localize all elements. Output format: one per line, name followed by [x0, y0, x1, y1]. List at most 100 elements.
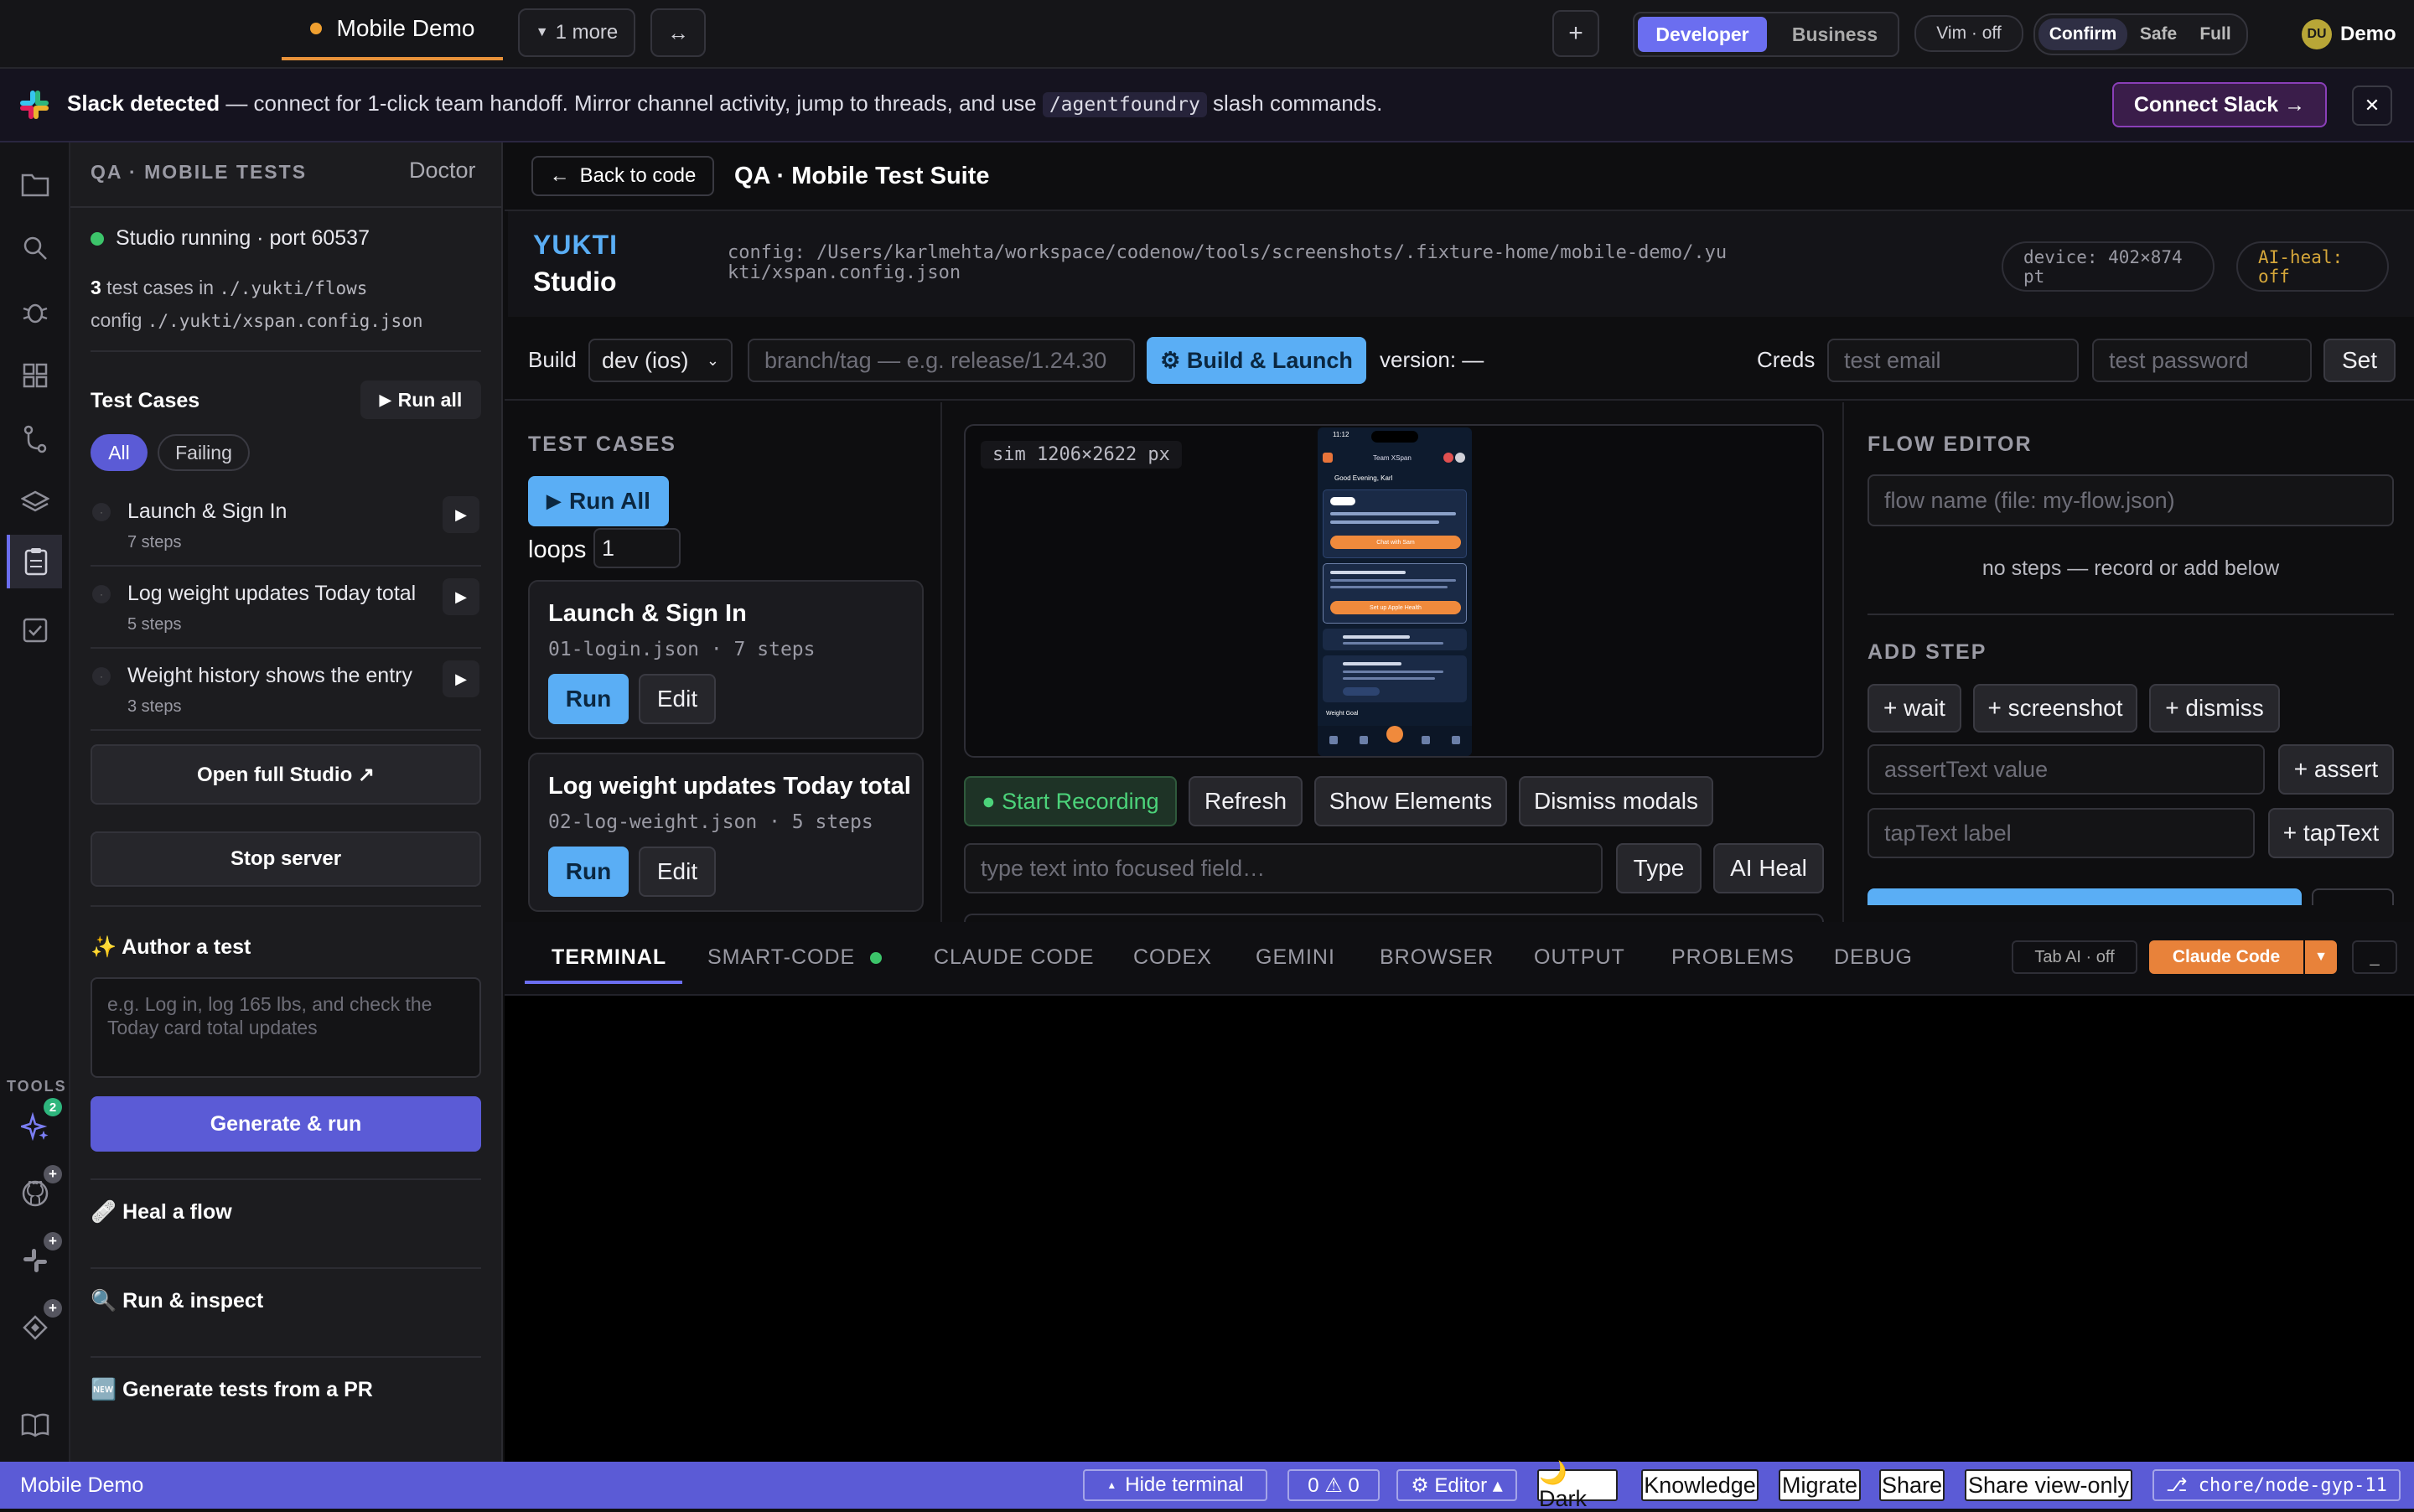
- loops-input[interactable]: [593, 528, 681, 568]
- list-item[interactable]: · Log weight updates Today total 5 steps…: [91, 568, 481, 649]
- generate-from-pr-section[interactable]: 🆕 Generate tests from a PR: [91, 1378, 373, 1402]
- theme-toggle-button[interactable]: 🌙 Dark: [1537, 1460, 1618, 1511]
- list-item[interactable]: · Launch & Sign In 7 steps ▶: [91, 486, 481, 567]
- open-full-studio-button[interactable]: Open full Studio ↗: [91, 744, 481, 805]
- add-assert-button[interactable]: + assert: [2278, 744, 2394, 795]
- build-launch-button[interactable]: ⚙ Build & Launch: [1147, 337, 1366, 384]
- slack-icon[interactable]: +: [17, 1232, 62, 1279]
- card-run-button[interactable]: Run: [548, 674, 629, 724]
- case-play-button[interactable]: ▶: [443, 578, 479, 615]
- claude-code-dropdown-button[interactable]: ▼: [2305, 940, 2337, 974]
- tab-ai-toggle[interactable]: Tab AI · off: [2012, 940, 2137, 974]
- dismiss-modals-button[interactable]: Dismiss modals: [1519, 776, 1713, 826]
- tab-smart-code[interactable]: SMART-CODE: [707, 945, 855, 970]
- layers-icon[interactable]: [17, 484, 54, 521]
- problems-counter[interactable]: 0 ⚠ 0: [1287, 1469, 1380, 1501]
- tab-gemini[interactable]: GEMINI: [1256, 945, 1335, 970]
- claude-code-launch-button[interactable]: Claude Code: [2149, 940, 2303, 974]
- list-item[interactable]: · Weight history shows the entry 3 steps…: [91, 650, 481, 731]
- filter-all-pill[interactable]: All: [91, 434, 148, 471]
- tab-claude-code[interactable]: CLAUDE CODE: [934, 945, 1095, 970]
- doctor-button[interactable]: Doctor: [409, 158, 476, 184]
- extensions-icon[interactable]: [17, 357, 54, 394]
- tab-codex[interactable]: CODEX: [1133, 945, 1212, 970]
- flow-name-input[interactable]: [1867, 474, 2394, 526]
- secondary-button-edge[interactable]: [2312, 888, 2394, 905]
- checklist-icon[interactable]: [17, 612, 54, 649]
- tab-debug[interactable]: DEBUG: [1834, 945, 1913, 970]
- phone-line: [1330, 586, 1448, 588]
- user-menu[interactable]: DU Demo: [2302, 15, 2406, 54]
- card-title: Launch & Sign In: [548, 600, 747, 627]
- card-edit-button[interactable]: Edit: [639, 674, 716, 724]
- author-prompt-input[interactable]: [91, 977, 481, 1078]
- close-banner-button[interactable]: ✕: [2352, 85, 2392, 126]
- run-inspect-section[interactable]: 🔍 Run & inspect: [91, 1289, 263, 1313]
- add-tap-text-button[interactable]: + tapText: [2268, 808, 2394, 858]
- heal-flow-section[interactable]: 🩹 Heal a flow: [91, 1200, 232, 1225]
- swap-panes-button[interactable]: ↔: [650, 8, 706, 57]
- vim-toggle[interactable]: Vim · off: [1914, 15, 2023, 52]
- stop-server-button[interactable]: Stop server: [91, 831, 481, 887]
- tab-browser[interactable]: BROWSER: [1380, 945, 1494, 970]
- assert-text-input[interactable]: [1867, 744, 2265, 795]
- simulator-screen[interactable]: 11:12 Team XSpan Good Evening, Karl Chat…: [1318, 427, 1472, 756]
- permission-confirm[interactable]: Confirm: [2038, 18, 2127, 50]
- add-dismiss-button[interactable]: + dismiss: [2149, 684, 2280, 733]
- run-all-button[interactable]: ▶ Run All: [528, 476, 669, 526]
- more-tabs-button[interactable]: ▼ 1 more: [518, 8, 635, 57]
- knowledge-button[interactable]: Knowledge: [1641, 1469, 1759, 1501]
- sidebar-run-all-button[interactable]: ▶ Run all: [360, 381, 481, 419]
- share-view-only-button[interactable]: Share view-only: [1965, 1469, 2132, 1501]
- tab-output[interactable]: OUTPUT: [1534, 945, 1625, 970]
- migrate-button[interactable]: Migrate: [1779, 1469, 1861, 1501]
- branch-input[interactable]: [748, 339, 1135, 382]
- ai-sparkle-icon[interactable]: 2: [17, 1098, 62, 1145]
- hide-terminal-button[interactable]: ▲ Hide terminal: [1083, 1469, 1267, 1501]
- mode-developer-button[interactable]: Developer: [1638, 17, 1767, 52]
- tab-problems[interactable]: PROBLEMS: [1671, 945, 1795, 970]
- minimize-terminal-button[interactable]: _: [2352, 940, 2397, 974]
- terminal-output[interactable]: [505, 996, 2414, 1462]
- filter-failing-pill[interactable]: Failing: [158, 434, 250, 471]
- add-screenshot-button[interactable]: + screenshot: [1973, 684, 2137, 733]
- explorer-icon[interactable]: [17, 166, 54, 203]
- start-recording-button[interactable]: ● Start Recording: [964, 776, 1177, 826]
- case-name: Launch & Sign In: [127, 500, 288, 523]
- generate-run-button[interactable]: Generate & run: [91, 1096, 481, 1152]
- add-wait-button[interactable]: + wait: [1867, 684, 1961, 733]
- test-email-input[interactable]: [1827, 339, 2079, 382]
- refresh-button[interactable]: Refresh: [1189, 776, 1303, 826]
- tab-mobile-demo[interactable]: Mobile Demo: [282, 0, 503, 60]
- qa-tests-icon[interactable]: [7, 535, 62, 588]
- back-to-code-button[interactable]: ← Back to code: [531, 156, 714, 196]
- case-play-button[interactable]: ▶: [443, 496, 479, 533]
- debug-icon[interactable]: [17, 293, 54, 330]
- share-button[interactable]: Share: [1879, 1469, 1945, 1501]
- connect-slack-button[interactable]: Connect Slack →: [2112, 82, 2327, 127]
- set-creds-button[interactable]: Set: [2323, 339, 2396, 382]
- type-button[interactable]: Type: [1616, 843, 1702, 893]
- permission-full[interactable]: Full: [2186, 18, 2245, 50]
- card-edit-button[interactable]: Edit: [639, 847, 716, 897]
- permission-safe[interactable]: Safe: [2129, 18, 2188, 50]
- tab-terminal[interactable]: TERMINAL: [552, 945, 666, 970]
- tap-text-input[interactable]: [1867, 808, 2255, 858]
- docs-book-icon[interactable]: [17, 1406, 54, 1443]
- test-password-input[interactable]: [2092, 339, 2312, 382]
- mode-business-button[interactable]: Business: [1774, 17, 1896, 52]
- ai-heal-button[interactable]: AI Heal: [1713, 843, 1824, 893]
- new-tab-button[interactable]: +: [1552, 10, 1599, 57]
- show-elements-button[interactable]: Show Elements: [1314, 776, 1507, 826]
- card-run-button[interactable]: Run: [548, 847, 629, 897]
- save-flow-button-edge[interactable]: [1867, 888, 2302, 905]
- case-play-button[interactable]: ▶: [443, 660, 479, 697]
- search-icon[interactable]: [17, 230, 54, 267]
- build-target-select[interactable]: dev (ios) ⌄: [588, 339, 733, 382]
- source-control-icon[interactable]: [17, 421, 54, 458]
- editor-mode-button[interactable]: ⚙ Editor ▴: [1396, 1469, 1517, 1501]
- github-icon[interactable]: +: [17, 1165, 62, 1212]
- type-text-input[interactable]: [964, 843, 1603, 893]
- git-branch[interactable]: ⎇ chore/node-gyp-11: [2152, 1469, 2401, 1501]
- jira-icon[interactable]: +: [17, 1299, 62, 1346]
